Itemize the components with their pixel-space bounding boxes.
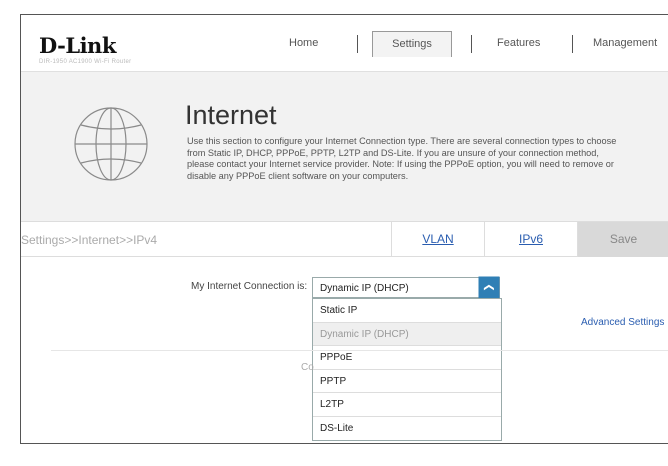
divider (51, 350, 668, 351)
model-name: DIR-1950 AC1900 Wi-Fi Router (39, 59, 132, 65)
tab-vlan[interactable]: VLAN (391, 222, 484, 257)
nav-divider (471, 35, 472, 53)
tab-ipv6[interactable]: IPv6 (484, 222, 577, 257)
option-pptp[interactable]: PPTP (313, 370, 501, 393)
globe-icon (61, 94, 161, 199)
option-l2tp[interactable]: L2TP (313, 393, 501, 417)
internet-banner: Internet Use this section to configure y… (21, 71, 668, 221)
top-header: D-Link DIR-1950 AC1900 Wi-Fi Router Home… (21, 15, 668, 71)
nav-features[interactable]: Features (497, 37, 540, 49)
vlan-link[interactable]: VLAN (422, 232, 453, 246)
nav-management[interactable]: Management (593, 37, 657, 49)
option-static-ip[interactable]: Static IP (313, 299, 501, 323)
connection-type-dropdown: Static IP Dynamic IP (DHCP) PPPoE PPTP L… (312, 298, 502, 441)
logo-text: D-Link (39, 33, 116, 58)
advanced-settings-link[interactable]: Advanced Settings (581, 317, 664, 328)
dlink-logo[interactable]: D-Link DIR-1950 AC1900 Wi-Fi Router (39, 33, 131, 65)
connection-type-select[interactable]: Dynamic IP (DHCP) ❯ (312, 276, 500, 299)
select-value: Dynamic IP (DHCP) (320, 283, 409, 294)
connection-type-label: My Internet Connection is: (191, 281, 308, 292)
chevron-up-icon[interactable]: ❯ (478, 276, 500, 299)
router-admin-window: D-Link DIR-1950 AC1900 Wi-Fi Router Home… (20, 14, 668, 444)
breadcrumb: Settings>>Internet>>IPv4 (21, 233, 158, 247)
nav-settings[interactable]: Settings (372, 31, 452, 57)
option-ds-lite[interactable]: DS-Lite (313, 417, 501, 441)
page-description: Use this section to configure your Inter… (187, 136, 617, 181)
save-button[interactable]: Save (577, 222, 668, 257)
nav-divider (572, 35, 573, 53)
partial-hidden-text: Co (301, 362, 314, 373)
option-dynamic-ip[interactable]: Dynamic IP (DHCP) (313, 322, 501, 346)
page-title: Internet (185, 100, 277, 130)
nav-divider (357, 35, 358, 53)
nav-home[interactable]: Home (289, 37, 318, 49)
breadcrumb-bar: Settings>>Internet>>IPv4 VLAN IPv6 Save (21, 221, 668, 257)
ipv6-link[interactable]: IPv6 (519, 232, 543, 246)
